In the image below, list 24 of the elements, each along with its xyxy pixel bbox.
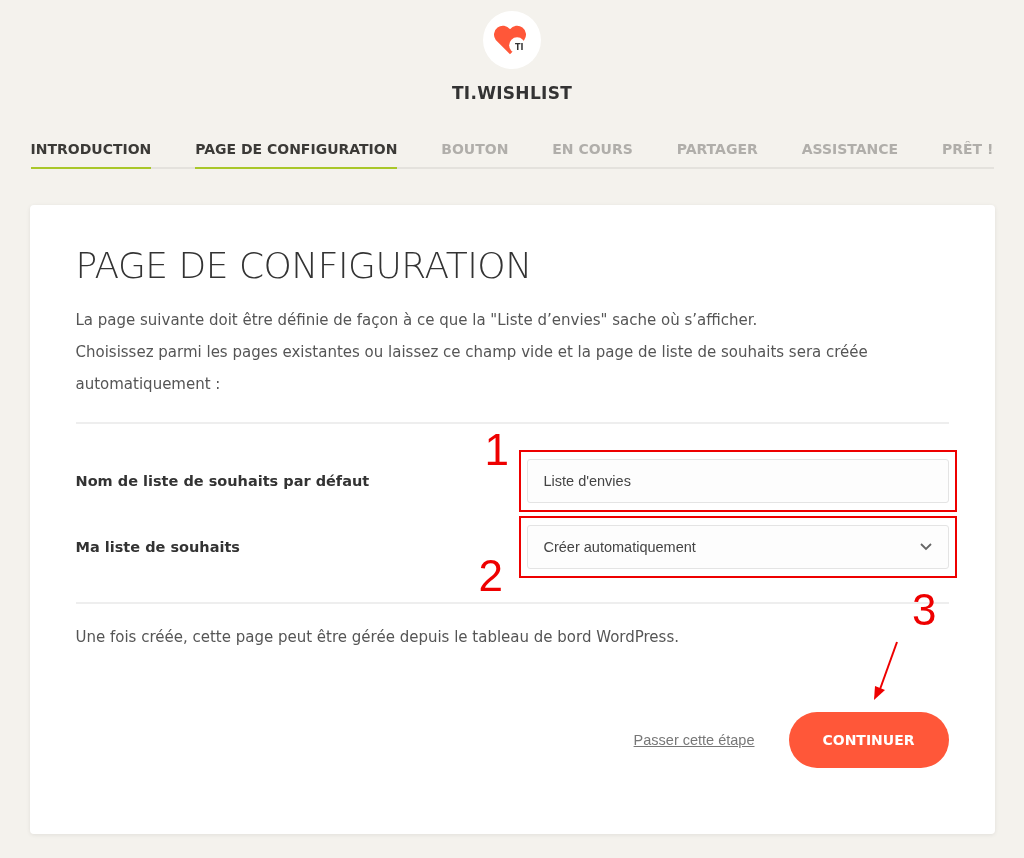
step-tab[interactable]: PARTAGER: [676, 141, 758, 169]
heart-logo-icon: [492, 24, 528, 56]
intro-text: La page suivante doit être définie de façon à ce que la "Liste d’envies" sache où s’afficher.: [75, 310, 759, 331]
step-tab[interactable]: ASSISTANCE: [801, 141, 899, 169]
chevron-down-icon: [919, 543, 932, 551]
step-tab[interactable]: PRÊT !: [942, 141, 994, 169]
text-field[interactable]: Liste d'envies: [526, 459, 949, 503]
step-tab[interactable]: PAGE DE CONFIGURATION: [195, 141, 398, 169]
skip-link[interactable]: Passer cette étape: [633, 732, 755, 748]
note-text: Une fois créée, cette page peut être gérée depuis le tableau de bord WordPress.: [75, 628, 680, 646]
step-tab[interactable]: INTRODUCTION: [30, 141, 152, 169]
annotation-number: 3: [912, 588, 937, 632]
field-label: Ma liste de souhaits: [75, 539, 240, 555]
continue-button[interactable]: CONTINUER: [788, 712, 949, 768]
step-tab[interactable]: BOUTON: [441, 141, 509, 169]
step-tab[interactable]: EN COURS: [552, 141, 633, 169]
brand-name: TI.WISHLIST: [451, 83, 573, 103]
intro-text: Choisissez parmi les pages existantes ou laissez ce champ vide et la page de liste de souhaits sera créée automatiquement :: [75, 342, 869, 395]
field-label: Nom de liste de souhaits par défaut: [75, 473, 370, 489]
page-title: PAGE DE CONFIGURATION: [75, 245, 533, 286]
annotation-number: 2: [478, 554, 503, 598]
logo-initials: TI: [515, 43, 524, 52]
select-dropdown[interactable]: Créer automatiquement: [526, 525, 949, 569]
annotation-number: 1: [484, 428, 509, 472]
